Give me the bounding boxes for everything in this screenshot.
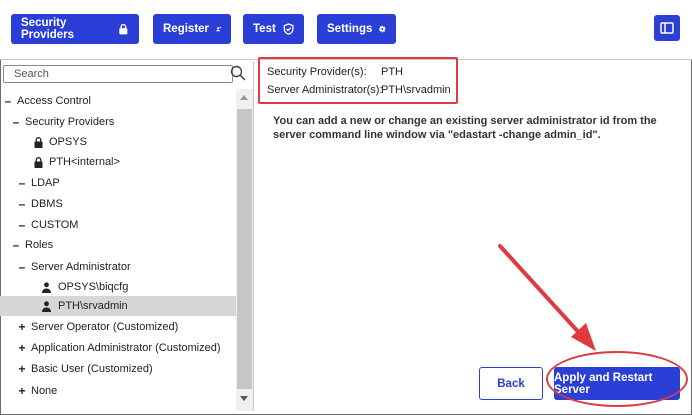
back-button[interactable]: Back: [479, 367, 543, 400]
tree-node-server-administrator[interactable]: – Server Administrator: [0, 257, 236, 277]
gear-icon: [379, 25, 386, 33]
collapse-icon[interactable]: –: [3, 94, 13, 108]
tree-node-label: Server Operator (Customized): [31, 321, 179, 333]
tree-node-label: LDAP: [31, 177, 60, 189]
expand-icon[interactable]: +: [17, 320, 27, 334]
tree-node-label: None: [31, 385, 58, 397]
lock-icon: [119, 23, 128, 35]
expand-icon[interactable]: +: [17, 362, 27, 376]
register-button-label: Register: [163, 23, 210, 35]
tree-node-label: PTH\srvadmin: [58, 300, 128, 312]
security-providers-label: Security Provider(s):: [267, 66, 367, 78]
tree-node-label: Basic User (Customized): [31, 363, 153, 375]
collapse-icon[interactable]: –: [17, 218, 27, 232]
toggle-panel-button[interactable]: [654, 15, 680, 41]
tree-scrollbar[interactable]: [236, 89, 253, 411]
security-providers-button-label: Security Providers: [21, 17, 75, 41]
lock-icon: [34, 136, 43, 148]
tree-node-access-control[interactable]: – Access Control: [0, 91, 236, 111]
shield-check-icon: [283, 23, 294, 35]
collapse-icon[interactable]: –: [17, 197, 27, 211]
collapse-icon[interactable]: –: [17, 176, 27, 190]
user-icon: [42, 281, 51, 293]
toolbar: Security Providers Register Test Setting…: [0, 0, 692, 60]
add-user-icon: [216, 26, 221, 32]
settings-button[interactable]: Settings: [317, 14, 396, 44]
lock-icon: [34, 156, 43, 168]
security-providers-button[interactable]: Security Providers: [11, 14, 139, 44]
sidebar-panel-icon: [660, 22, 674, 34]
tree-node-pth-internal[interactable]: PTH<internal>: [0, 152, 236, 172]
expand-icon[interactable]: +: [17, 384, 27, 398]
tree-node-label: OPSYS: [49, 136, 87, 148]
tree-node-basic-user[interactable]: + Basic User (Customized): [0, 359, 236, 379]
user-icon: [42, 300, 51, 312]
test-button[interactable]: Test: [243, 14, 304, 44]
scroll-down-arrow-icon[interactable]: [240, 396, 248, 401]
highlight-ellipse: [546, 351, 688, 407]
security-providers-row: Security Provider(s): PTH: [267, 66, 403, 78]
tree-node-label: PTH<internal>: [49, 156, 120, 168]
search-input[interactable]: [4, 66, 232, 82]
tree-node-server-operator[interactable]: + Server Operator (Customized): [0, 317, 236, 337]
collapse-icon[interactable]: –: [11, 115, 21, 129]
search-box: [3, 65, 233, 83]
tree-node-label: CUSTOM: [31, 219, 79, 231]
info-message: You can add a new or change an existing …: [273, 115, 657, 141]
tree-node-application-administrator[interactable]: + Application Administrator (Customized): [0, 338, 236, 358]
navigation-pane: – Access Control – Security Providers OP…: [0, 61, 254, 411]
tree-node-custom[interactable]: – CUSTOM: [0, 215, 236, 235]
tree-node-security-providers[interactable]: – Security Providers: [0, 112, 236, 132]
test-button-label: Test: [253, 23, 276, 35]
search-icon[interactable]: [230, 65, 246, 81]
highlight-box: [258, 57, 458, 104]
server-administrators-label: Server Administrator(s):: [267, 84, 383, 96]
tree-node-opsys-biqcfg[interactable]: OPSYS\biqcfg: [0, 277, 236, 297]
tree-node-label: OPSYS\biqcfg: [58, 281, 129, 293]
scrollbar-thumb[interactable]: [237, 109, 252, 389]
tree-node-ldap[interactable]: – LDAP: [0, 173, 236, 193]
tree-node-pth-srvadmin[interactable]: PTH\srvadmin: [0, 296, 236, 316]
tree-node-roles[interactable]: – Roles: [0, 235, 236, 255]
register-button[interactable]: Register: [153, 14, 231, 44]
tree-node-label: DBMS: [31, 198, 63, 210]
tree-node-none[interactable]: + None: [0, 381, 236, 401]
collapse-icon[interactable]: –: [11, 238, 21, 252]
server-administrators-value: PTH\srvadmin: [381, 84, 451, 96]
collapse-icon[interactable]: –: [17, 260, 27, 274]
scroll-up-arrow-icon[interactable]: [240, 95, 248, 100]
settings-button-label: Settings: [327, 23, 373, 35]
tree-node-label: Application Administrator (Customized): [31, 342, 221, 354]
tree-node-opsys[interactable]: OPSYS: [0, 132, 236, 152]
tree-node-label: Server Administrator: [31, 261, 131, 273]
tree-node-dbms[interactable]: – DBMS: [0, 194, 236, 214]
security-providers-value: PTH: [381, 66, 403, 78]
expand-icon[interactable]: +: [17, 341, 27, 355]
tree-node-label: Roles: [25, 239, 54, 251]
server-administrators-row: Server Administrator(s):PTH\srvadmin: [267, 84, 451, 96]
tree-node-label: Access Control: [17, 95, 91, 107]
tree-node-label: Security Providers: [25, 116, 115, 128]
